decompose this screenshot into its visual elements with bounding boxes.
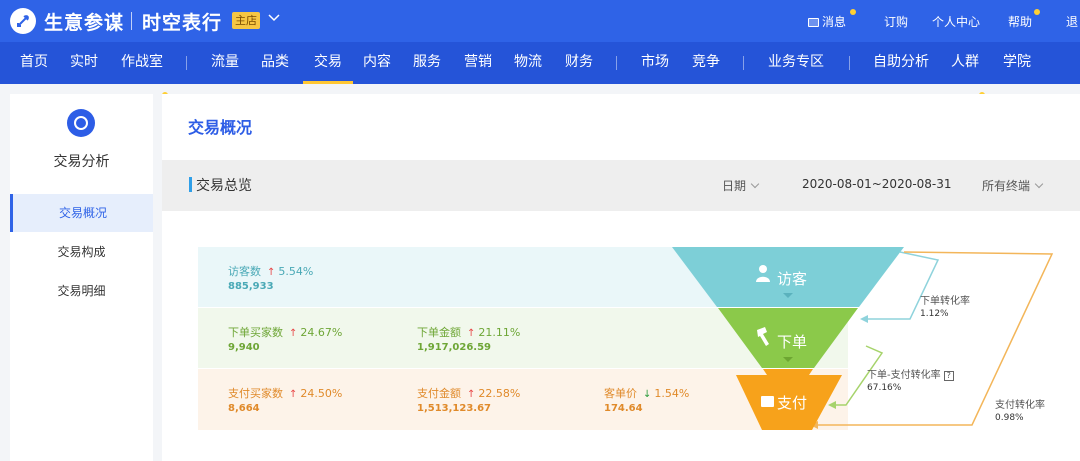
- brand-name[interactable]: 生意参谋: [44, 8, 124, 35]
- nav-realtime[interactable]: 实时: [70, 42, 98, 84]
- wallet-icon: [761, 396, 774, 407]
- shop-badge: 主店: [232, 12, 260, 29]
- nav-business-zone[interactable]: 业务专区: [768, 42, 824, 84]
- nav-divider: [743, 56, 744, 70]
- help-notification-dot: [1034, 9, 1040, 15]
- messages-link[interactable]: 消息: [808, 13, 846, 30]
- transaction-analysis-icon: [67, 109, 95, 137]
- nav-content[interactable]: 内容: [363, 42, 391, 84]
- nav-traffic[interactable]: 流量: [211, 42, 239, 84]
- sidebar-title: 交易分析: [53, 154, 110, 170]
- message-icon: [808, 18, 819, 27]
- chevron-down-icon[interactable]: [268, 13, 280, 23]
- logout-link[interactable]: 退: [1066, 13, 1078, 30]
- nav-competition[interactable]: 竞争: [692, 42, 720, 84]
- nav-war-room[interactable]: 作战室: [121, 42, 163, 84]
- sidebar-item-composition[interactable]: 交易构成: [10, 233, 153, 271]
- main-nav: 首页 实时 作战室 流量 品类 交易 内容 服务 营销 物流 财务 市场 竞争 …: [0, 42, 1080, 98]
- nav-marketing[interactable]: 营销: [464, 42, 492, 84]
- conversion-visit-to-order: 下单转化率 1.12%: [920, 296, 970, 319]
- stage-label-order: 下单: [777, 333, 808, 351]
- nav-self-analysis[interactable]: 自助分析: [873, 42, 929, 84]
- messages-notification-dot: [850, 9, 856, 15]
- nav-divider: [616, 56, 617, 70]
- conversion-visit-to-pay: 支付转化率 0.98%: [995, 400, 1045, 423]
- brand-logo-icon[interactable]: [10, 8, 36, 34]
- sidebar-item-details[interactable]: 交易明细: [10, 272, 153, 310]
- nav-finance[interactable]: 财务: [565, 42, 593, 84]
- nav-market[interactable]: 市场: [641, 42, 669, 84]
- nav-service[interactable]: 服务: [413, 42, 441, 84]
- personal-center-link[interactable]: 个人中心: [932, 13, 980, 30]
- help-icon[interactable]: ?: [943, 371, 954, 381]
- nav-academy[interactable]: 学院: [1003, 42, 1031, 84]
- conversion-order-to-pay: 下单-支付转化率 ? 67.16%: [867, 366, 954, 393]
- connector-arrowhead: [860, 315, 868, 323]
- nav-transaction[interactable]: 交易: [303, 42, 353, 84]
- stage-label-pay: 支付: [777, 394, 808, 412]
- nav-divider: [849, 56, 850, 70]
- sidebar-item-overview[interactable]: 交易概况: [10, 194, 153, 232]
- sidebar: 交易分析 交易概况 交易构成 交易明细: [10, 94, 153, 461]
- main-content: 交易概况 交易总览 日期 2020-08-01~2020-08-31 所有终端 …: [162, 94, 1080, 461]
- stage-label-visit: 访客: [777, 270, 808, 288]
- nav-logistics[interactable]: 物流: [514, 42, 542, 84]
- nav-category[interactable]: 品类: [261, 42, 289, 84]
- connector-arrowhead: [828, 401, 836, 409]
- shop-name[interactable]: 时空表行: [142, 8, 222, 35]
- nav-divider: [186, 56, 187, 70]
- nav-crowd[interactable]: 人群: [951, 42, 979, 84]
- funnel-graphic: [672, 247, 1054, 430]
- nav-home[interactable]: 首页: [20, 42, 48, 84]
- brand-divider: [131, 12, 132, 30]
- top-bar: 生意参谋 时空表行 主店 消息 订购 个人中心 帮助 退: [0, 0, 1080, 42]
- user-icon: [759, 265, 767, 273]
- subscribe-link[interactable]: 订购: [884, 13, 908, 30]
- help-link[interactable]: 帮助: [1008, 13, 1032, 30]
